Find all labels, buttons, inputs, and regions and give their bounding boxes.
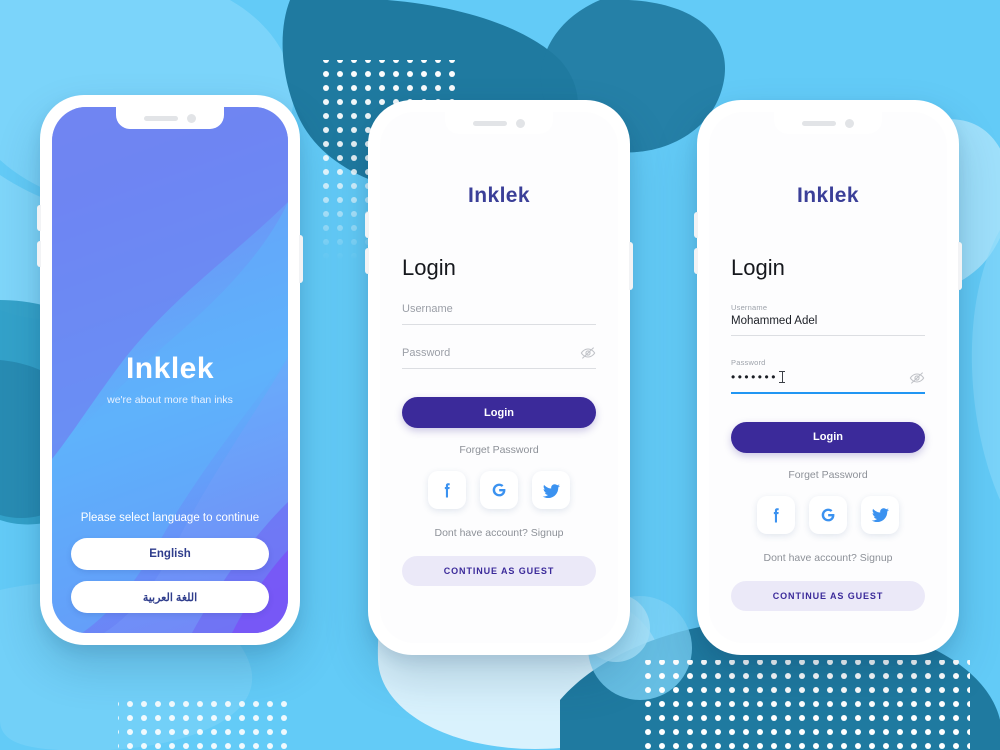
google-icon — [821, 508, 835, 522]
password-masked-value: ••••••• — [731, 370, 778, 384]
username-value: Mohammed Adel — [731, 315, 818, 327]
eye-off-icon[interactable] — [909, 370, 925, 386]
login-screen-filled: Inklek Login Username Mohammed Adel Pass… — [709, 112, 947, 643]
username-label: Username — [731, 303, 768, 312]
username-field[interactable]: Username Mohammed Adel — [731, 303, 925, 336]
forget-password-link[interactable]: Forget Password — [731, 469, 925, 481]
app-mockup-stage: Inklek we're about more than inks Please… — [0, 0, 1000, 750]
signup-link[interactable]: Dont have account? Signup — [402, 527, 596, 539]
social-login-row — [402, 471, 596, 509]
password-label: Password — [731, 358, 766, 367]
forget-password-link[interactable]: Forget Password — [402, 444, 596, 456]
login-page-title: Login — [402, 255, 456, 280]
social-login-row — [731, 495, 925, 534]
twitter-icon — [871, 508, 889, 523]
facebook-login-button[interactable] — [757, 495, 795, 534]
google-login-button[interactable] — [809, 495, 847, 534]
facebook-login-button[interactable] — [428, 471, 466, 509]
password-underline — [402, 368, 596, 369]
phone-power-button — [629, 242, 633, 290]
front-camera-icon — [845, 118, 854, 128]
login-page-title: Login — [731, 255, 785, 280]
password-placeholder: Password — [402, 347, 451, 359]
eye-off-icon[interactable] — [580, 345, 596, 361]
phone-volume-button — [694, 212, 698, 238]
phone-volume-button — [694, 248, 698, 274]
twitter-icon — [542, 483, 560, 498]
phone-mockup-splash: Inklek we're about more than inks Please… — [37, 95, 303, 645]
login-button[interactable]: Login — [731, 421, 925, 453]
username-field[interactable]: Username — [402, 303, 596, 325]
phone-power-button — [299, 235, 303, 283]
facebook-icon — [444, 483, 450, 498]
login-brand-name: Inklek — [797, 184, 859, 207]
twitter-login-button[interactable] — [861, 495, 899, 534]
phone-volume-button — [365, 212, 369, 238]
language-button-arabic[interactable]: اللغة العربية — [71, 581, 269, 613]
splash-tagline: we're about more than inks — [107, 394, 233, 406]
username-underline — [402, 324, 596, 325]
phone-power-button — [958, 242, 962, 290]
earpiece-speaker-icon — [473, 120, 507, 126]
login-screen-empty: Inklek Login Username Password Login For… — [380, 112, 618, 643]
phone-mockup-login-empty: Inklek Login Username Password Login For… — [365, 100, 633, 655]
front-camera-icon — [516, 118, 525, 128]
phone-notch — [774, 112, 882, 134]
language-button-english[interactable]: English — [71, 538, 269, 570]
earpiece-speaker-icon — [802, 120, 836, 126]
text-cursor — [779, 371, 786, 383]
username-placeholder: Username — [402, 303, 453, 315]
dot-grid-bottom-left — [118, 700, 288, 750]
splash-screen: Inklek we're about more than inks Please… — [52, 107, 288, 633]
earpiece-speaker-icon — [144, 115, 178, 121]
phone-volume-button — [37, 241, 41, 267]
continue-as-guest-button[interactable]: CONTINUE AS GUEST — [402, 556, 596, 586]
google-icon — [492, 483, 506, 497]
phone-volume-button — [37, 205, 41, 231]
front-camera-icon — [187, 113, 196, 123]
login-button[interactable]: Login — [402, 397, 596, 428]
username-underline — [731, 335, 925, 336]
password-field[interactable]: Password — [402, 347, 596, 369]
facebook-icon — [773, 507, 779, 523]
password-underline-focused — [731, 392, 925, 394]
phone-volume-button — [365, 248, 369, 274]
phone-mockup-login-filled: Inklek Login Username Mohammed Adel Pass… — [694, 100, 962, 655]
password-value-row: ••••••• — [731, 370, 925, 392]
language-prompt: Please select language to continue — [80, 512, 260, 524]
splash-brand-name: Inklek — [125, 352, 215, 385]
login-brand-name: Inklek — [468, 184, 530, 207]
dot-grid-bottom-right — [640, 660, 970, 750]
signup-link[interactable]: Dont have account? Signup — [731, 552, 925, 564]
google-login-button[interactable] — [480, 471, 518, 509]
phone-notch — [116, 107, 224, 129]
password-field[interactable]: Password ••••••• — [731, 358, 925, 394]
continue-as-guest-button[interactable]: CONTINUE AS GUEST — [731, 580, 925, 611]
phone-notch — [445, 112, 553, 134]
twitter-login-button[interactable] — [532, 471, 570, 509]
